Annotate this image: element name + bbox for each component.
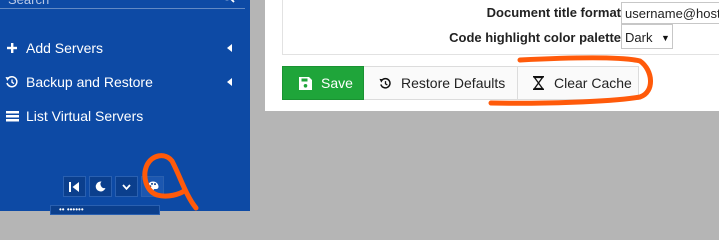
theme-palette-button[interactable] <box>141 176 164 197</box>
restore-defaults-button[interactable]: Restore Defaults <box>364 66 518 100</box>
sidebar-item-label: List Virtual Servers <box>26 108 144 124</box>
palette-select-value: Dark <box>625 30 653 45</box>
collapse-sidebar-button[interactable] <box>63 176 86 197</box>
save-button[interactable]: Save <box>282 66 364 100</box>
dropdown-button[interactable] <box>115 176 138 197</box>
palette-icon <box>147 181 158 192</box>
clear-cache-label: Clear Cache <box>554 75 632 91</box>
hourglass-icon <box>531 76 545 90</box>
sidebar-item-label: Backup and Restore <box>26 74 153 90</box>
night-mode-button[interactable] <box>89 176 112 197</box>
caret-left-icon <box>227 78 232 86</box>
sidebar: Add Servers Backup and Restore List Virt… <box>0 0 250 215</box>
restore-defaults-label: Restore Defaults <box>401 75 506 91</box>
moon-icon <box>95 181 106 192</box>
code-highlight-palette-label: Code highlight color palette <box>449 30 621 45</box>
sidebar-item-add-servers[interactable]: Add Servers <box>0 33 245 63</box>
save-button-label: Save <box>321 75 353 91</box>
document-title-format-input[interactable]: username@hostname <box>621 2 719 24</box>
settings-form: Document title format username@hostname … <box>282 0 719 55</box>
clear-cache-button[interactable]: Clear Cache <box>518 66 639 100</box>
sidebar-toolbar <box>63 176 164 197</box>
sidebar-item-label: Add Servers <box>26 40 104 56</box>
code-highlight-palette-select[interactable]: Dark ▼ <box>621 24 673 49</box>
history-icon <box>378 76 392 90</box>
settings-actions: Save Restore Defaults Clear Cache <box>282 66 639 100</box>
search-icon[interactable] <box>221 0 235 3</box>
document-title-format-label: Document title format <box>486 5 621 20</box>
settings-panel: Document title format username@hostname … <box>265 0 719 111</box>
floppy-disk-icon <box>298 76 312 90</box>
plus-icon <box>5 41 19 55</box>
sidebar-item-list-virtual-servers[interactable]: List Virtual Servers <box>0 101 245 131</box>
sidebar-search <box>0 0 245 9</box>
caret-left-icon <box>227 44 232 52</box>
search-input[interactable] <box>6 0 210 8</box>
dropdown-arrow-icon: ▼ <box>661 33 670 43</box>
chevron-down-icon <box>122 183 131 190</box>
sidebar-extra-button[interactable]: •• •••••• <box>50 205 160 215</box>
cut-off-label: •• •••••• <box>59 205 84 214</box>
sidebar-item-backup-restore[interactable]: Backup and Restore <box>0 67 245 97</box>
collapse-sidebar-icon <box>69 181 79 192</box>
server-list-icon <box>5 109 19 123</box>
history-icon <box>5 75 19 89</box>
